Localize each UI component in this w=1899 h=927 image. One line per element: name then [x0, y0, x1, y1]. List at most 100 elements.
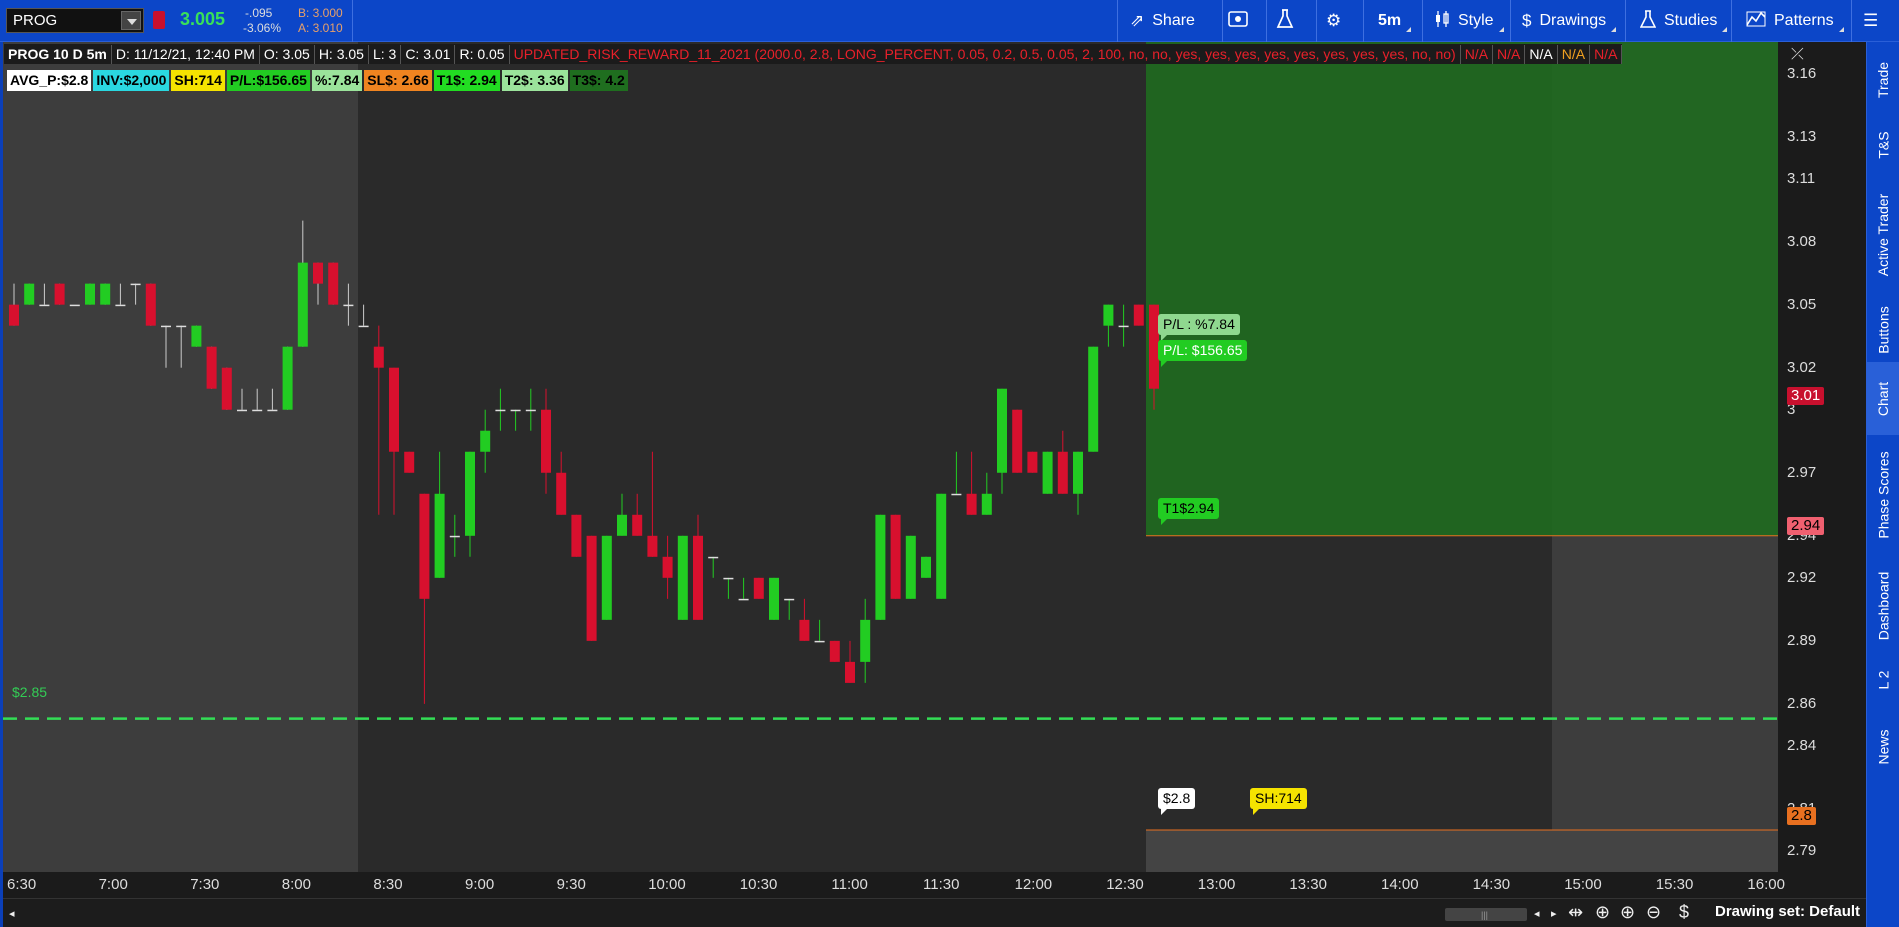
side-tab-trade[interactable]: Trade: [1867, 42, 1899, 117]
candle-body: [617, 514, 627, 536]
study-label: AVG_P:$2.8: [7, 70, 92, 91]
bar-open: O: 3.05: [260, 44, 315, 64]
beaker-button[interactable]: [1276, 0, 1294, 42]
app-window: PROG 3.005 -.095 -3.06% B: 3.000 A: 3.01…: [0, 0, 1899, 927]
candle-body: [769, 577, 779, 620]
candle-body: [54, 283, 65, 305]
crosshair-icon[interactable]: ⊕: [1595, 902, 1610, 923]
horizontal-scrollbar[interactable]: |||: [1445, 908, 1527, 921]
x-axis-tick: 8:30: [373, 876, 403, 893]
zoom-in-icon[interactable]: ⊕: [1620, 902, 1635, 923]
candle-body: [738, 598, 749, 601]
chart-sharing-button[interactable]: [1228, 0, 1248, 42]
candle-body: [404, 451, 415, 473]
share-button[interactable]: ⇗ Share: [1130, 0, 1195, 42]
menu-button[interactable]: ☰: [1863, 0, 1878, 42]
timeframe-button[interactable]: 5m: [1378, 0, 1412, 42]
bar-low: L: 3: [369, 44, 402, 64]
candle-body: [465, 451, 475, 536]
candle-body: [1073, 451, 1083, 494]
symbol-input[interactable]: PROG: [6, 8, 144, 33]
scroll-prev-icon[interactable]: ◂: [1534, 907, 1540, 920]
side-tab-active-trader[interactable]: Active Trader: [1867, 172, 1899, 297]
x-axis-tick: 14:00: [1381, 876, 1419, 893]
side-tab-l-2[interactable]: L 2: [1867, 657, 1899, 702]
x-axis-tick: 8:00: [281, 876, 311, 893]
side-tab-phase-scores[interactable]: Phase Scores: [1867, 435, 1899, 554]
candle-body: [282, 346, 293, 410]
avg-price-bubble: $2.8: [1158, 788, 1196, 815]
chart-canvas: [3, 42, 1866, 927]
zoom-out-icon[interactable]: ⊖: [1646, 902, 1661, 923]
symbol-dropdown-icon[interactable]: [121, 11, 141, 30]
candle-body: [662, 556, 673, 578]
candle-body: [905, 535, 916, 599]
candle-body: [100, 283, 111, 305]
beaker-icon: [1276, 8, 1294, 34]
candle-body: [252, 409, 263, 412]
candle-body: [936, 493, 947, 599]
crosshair-toggle-icon[interactable]: ⤫: [1791, 46, 1804, 64]
side-tab-label: T&S: [1875, 130, 1892, 159]
bar-high: H: 3.05: [315, 44, 369, 64]
studies-button[interactable]: Studies: [1639, 0, 1728, 42]
drawings-button[interactable]: $ Drawings: [1522, 0, 1617, 42]
link-color-icon[interactable]: [153, 11, 165, 29]
candlestick-icon: [1434, 10, 1450, 33]
price-chart[interactable]: ⤫: [3, 42, 1866, 927]
candle-body: [39, 304, 50, 307]
side-tab-news[interactable]: News: [1867, 702, 1899, 792]
expand-time-icon[interactable]: ⇹: [1568, 902, 1583, 923]
side-tab-panel: Trade T&S Active Trader Buttons Chart Phase S…: [1866, 42, 1899, 927]
candle-body: [221, 367, 232, 410]
candle-body: [556, 472, 567, 515]
side-tab-t-s[interactable]: T&S: [1867, 117, 1899, 172]
candle-body: [328, 262, 339, 305]
side-tab-buttons[interactable]: Buttons: [1867, 297, 1899, 362]
x-axis-tick: 15:00: [1564, 876, 1602, 893]
studies-label: Studies: [1664, 12, 1718, 29]
candle-body: [541, 409, 551, 473]
side-tab-chart[interactable]: Chart: [1867, 362, 1899, 435]
patterns-button[interactable]: Patterns: [1746, 0, 1844, 42]
drawing-set-label[interactable]: Drawing set: Default: [1715, 903, 1860, 920]
candle-body: [1027, 451, 1038, 473]
candle-body: [1103, 304, 1114, 326]
candle-body: [814, 640, 825, 643]
na-value: N/A: [1525, 44, 1558, 64]
t1-target-bubble: T1$2.94: [1158, 498, 1220, 525]
candle-body: [966, 493, 977, 515]
style-button[interactable]: Style: [1434, 0, 1504, 42]
avg-zone: [1146, 829, 1778, 872]
side-tab-dashboard[interactable]: Dashboard: [1867, 554, 1899, 657]
candle-body: [389, 367, 399, 452]
breakeven-line-label: $2.85: [12, 684, 48, 700]
candle-body: [419, 493, 430, 599]
settings-button[interactable]: ⚙: [1326, 0, 1341, 42]
y-axis-tick: 2.86: [1787, 694, 1817, 712]
chart-title: PROG 10 D 5m: [4, 44, 112, 64]
side-tab-label: L 2: [1875, 670, 1892, 689]
y-axis-tick: 2.97: [1787, 463, 1817, 481]
gear-icon: ⚙: [1326, 11, 1342, 30]
study-label: T3$: 4.2: [569, 70, 628, 91]
price-scale-icon[interactable]: $: [1679, 902, 1689, 923]
x-axis-tick: 13:00: [1197, 876, 1236, 893]
study-name[interactable]: UPDATED_RISK_REWARD_11_2021 (2000.0, 2.8…: [510, 44, 1461, 64]
x-axis-tick: 16:00: [1747, 876, 1785, 893]
candle-body: [267, 409, 278, 412]
candle-body: [753, 577, 764, 599]
scroll-next-icon[interactable]: ▸: [1551, 907, 1557, 920]
share-label: Share: [1152, 12, 1195, 29]
candle-body: [997, 388, 1007, 473]
candle-body: [601, 535, 612, 620]
x-axis-tick: 13:30: [1289, 876, 1327, 893]
candle-body: [860, 619, 871, 662]
scroll-left-icon[interactable]: ◂: [9, 907, 15, 920]
study-label: %:7.84: [311, 70, 363, 91]
candle-body: [115, 304, 126, 307]
chart-link-icon: [1228, 10, 1248, 32]
candle-body: [449, 535, 460, 538]
candle-body: [297, 262, 308, 347]
candle-body: [510, 409, 521, 412]
